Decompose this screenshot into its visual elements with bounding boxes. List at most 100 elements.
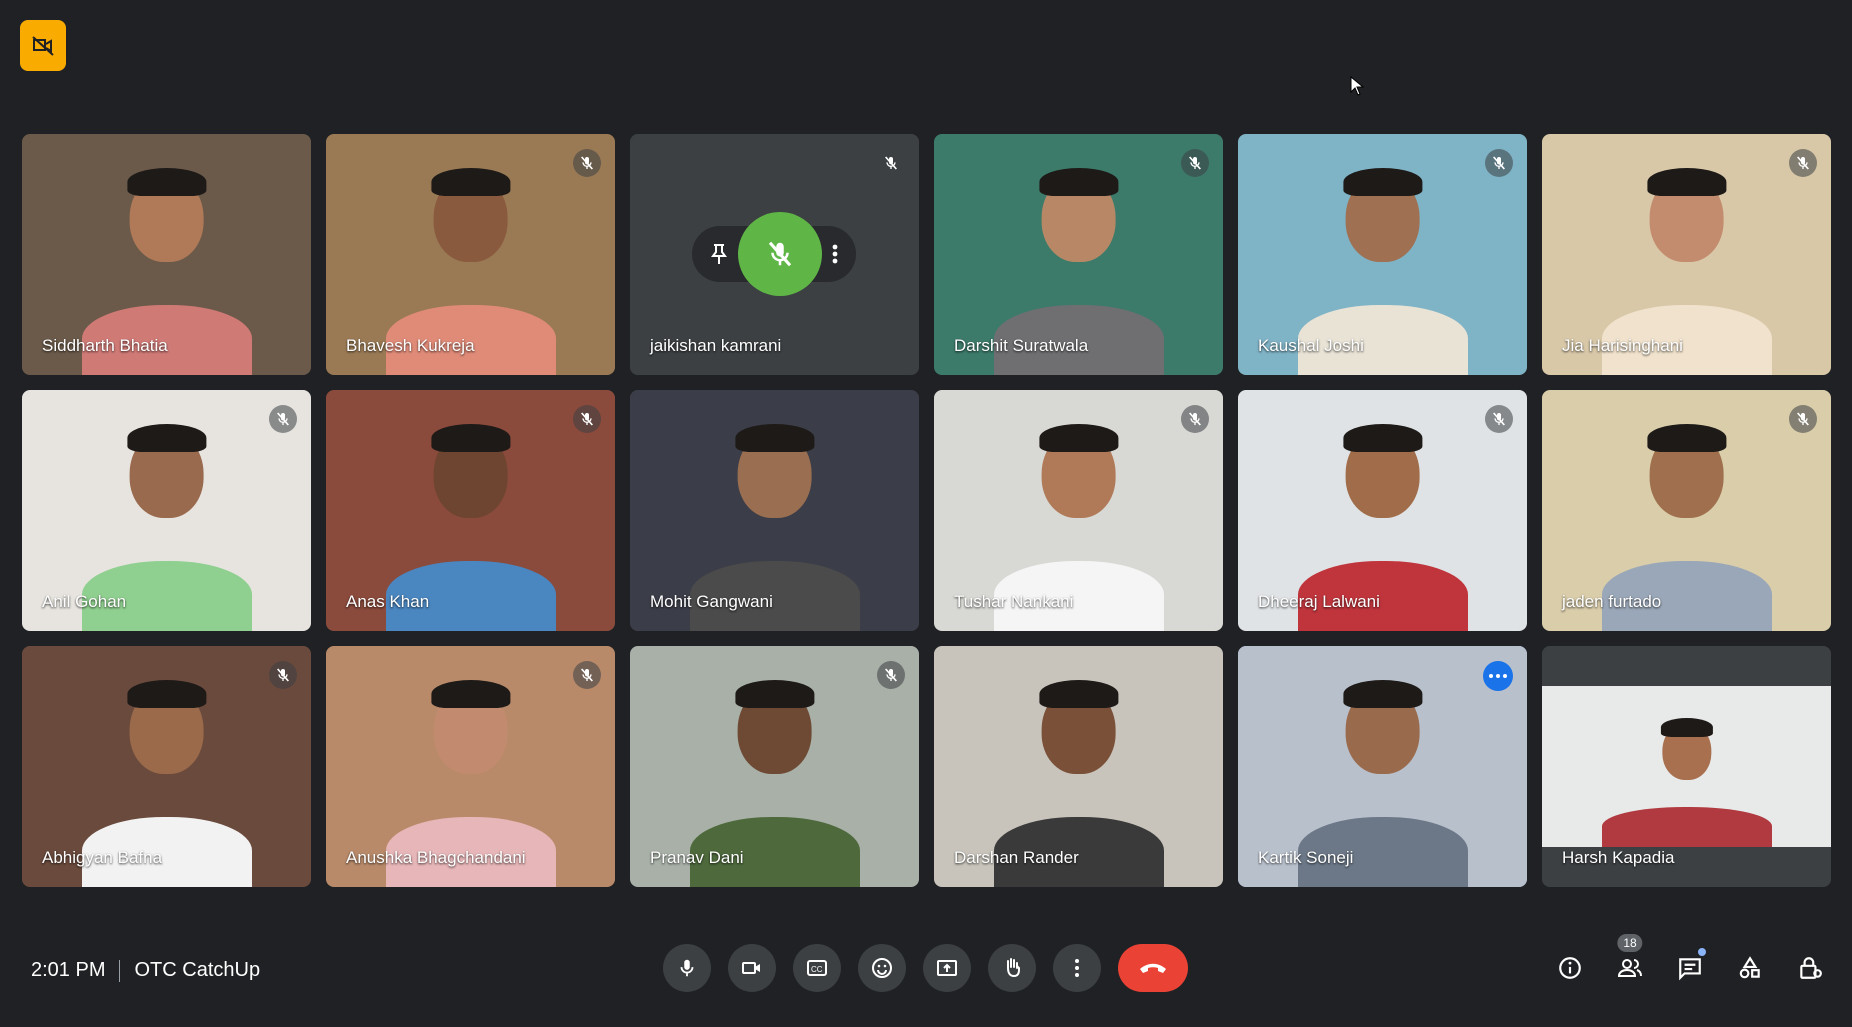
muted-icon (1789, 149, 1817, 177)
participant-hair (734, 424, 815, 453)
raise-hand-icon (1007, 958, 1020, 978)
meeting-title: OTC CatchUp (134, 959, 261, 981)
muted-icon (1485, 405, 1513, 433)
participant-tile[interactable]: Mohit Gangwani (630, 390, 919, 631)
participant-tile[interactable]: Bhavesh Kukreja (326, 134, 615, 375)
participant-name: Mohit Gangwani (650, 592, 773, 611)
participant-name: Tushar Nankani (954, 592, 1074, 611)
participant-name: Bhavesh Kukreja (346, 336, 475, 355)
mouse-cursor-icon (1350, 76, 1364, 96)
emoji-icon (872, 958, 892, 978)
muted-icon (573, 149, 601, 177)
participant-name: Anushka Bhagchandani (346, 848, 526, 867)
participant-tile[interactable]: Abhigyan Bafna (22, 646, 311, 887)
call-controls: CC (663, 944, 1188, 992)
muted-icon (269, 661, 297, 689)
participant-hair (1342, 680, 1423, 709)
leave-call-button[interactable] (1118, 944, 1188, 992)
participant-hair (1646, 168, 1727, 197)
recording-badge[interactable] (20, 20, 66, 71)
participant-name: Anas Khan (346, 592, 430, 611)
participant-hair (1342, 168, 1423, 197)
notification-dot (1698, 948, 1706, 956)
participant-tile[interactable]: Kaushal Joshi (1238, 134, 1527, 375)
camera-button[interactable] (728, 944, 776, 992)
participant-hair (430, 680, 511, 709)
meeting-time: 2:01 PM (31, 959, 106, 981)
participant-name: Kartik Soneji (1258, 848, 1354, 867)
participant-hair (126, 680, 207, 709)
more-options-icon[interactable] (832, 243, 838, 265)
side-panel-buttons: 18 (1546, 934, 1834, 992)
chat-icon (1679, 958, 1701, 981)
participant-tile[interactable]: Siddharth Bhatia (22, 134, 311, 375)
participant-name: Darshit Suratwala (954, 336, 1089, 355)
participant-tile[interactable]: jaikishan kamrani (630, 134, 919, 375)
emoji-button[interactable] (858, 944, 906, 992)
participant-tile[interactable]: Kartik Soneji (1238, 646, 1527, 887)
participant-hair (126, 424, 207, 453)
people-button[interactable]: 18 (1606, 934, 1654, 992)
muted-icon (877, 149, 905, 177)
participant-tile[interactable]: Jia Harisinghani (1542, 134, 1831, 375)
participant-tile[interactable]: Tushar Nankani (934, 390, 1223, 631)
participant-hair (430, 168, 511, 197)
chat-button[interactable] (1666, 944, 1714, 992)
muted-icon (1181, 149, 1209, 177)
participant-name: jaden furtado (1562, 592, 1662, 611)
muted-icon (1485, 149, 1513, 177)
mute-participant-button[interactable] (738, 212, 822, 296)
meeting-info: 2:01 PM OTC CatchUp (31, 959, 260, 982)
participant-hair (430, 424, 511, 453)
participant-hair (1038, 424, 1119, 453)
muted-icon (877, 661, 905, 689)
participant-tile[interactable]: Anil Gohan (22, 390, 311, 631)
more-options-button[interactable] (1053, 944, 1101, 992)
participant-body (1601, 807, 1772, 847)
muted-icon (1181, 405, 1209, 433)
participant-grid: Siddharth Bhatia Bhavesh Kukreja jaikishan… (22, 134, 1834, 887)
more-options-icon (1075, 959, 1079, 977)
host-controls-icon (1800, 957, 1822, 979)
info-icon (1559, 957, 1581, 979)
participant-tile[interactable]: Darshan Rander (934, 646, 1223, 887)
participant-tile[interactable]: Anas Khan (326, 390, 615, 631)
camera-icon (742, 962, 760, 974)
microphone-icon (680, 959, 694, 977)
participant-tile[interactable]: Dheeraj Lalwani (1238, 390, 1527, 631)
present-icon (937, 960, 957, 976)
participant-tile[interactable]: Harsh Kapadia (1542, 646, 1831, 887)
participant-name: Dheeraj Lalwani (1258, 592, 1380, 611)
activities-button[interactable] (1726, 944, 1774, 992)
participant-hair (1038, 680, 1119, 709)
bottom-bar: 2:01 PM OTC CatchUp CC 18 (0, 927, 1852, 1027)
present-button[interactable] (923, 944, 971, 992)
participant-name: Kaushal Joshi (1258, 336, 1364, 355)
people-icon (1617, 959, 1642, 977)
participant-tile[interactable]: Pranav Dani (630, 646, 919, 887)
tile-hover-controls (692, 212, 856, 296)
participant-name: jaikishan kamrani (650, 336, 782, 355)
participant-tile[interactable]: Anushka Bhagchandani (326, 646, 615, 887)
activities-icon (1739, 956, 1760, 979)
pin-icon[interactable] (710, 243, 728, 265)
participant-name: Darshan Rander (954, 848, 1079, 867)
participant-name: Pranav Dani (650, 848, 744, 867)
participant-tile[interactable]: jaden furtado (1542, 390, 1831, 631)
muted-icon (573, 405, 601, 433)
captions-button[interactable]: CC (793, 944, 841, 992)
participant-count-badge: 18 (1617, 934, 1643, 952)
participant-name: Jia Harisinghani (1562, 336, 1683, 355)
meeting-details-button[interactable] (1546, 944, 1594, 992)
microphone-button[interactable] (663, 944, 711, 992)
host-controls-button[interactable] (1786, 944, 1834, 992)
muted-icon (1789, 405, 1817, 433)
speaking-indicator-icon (1483, 661, 1513, 691)
participant-hair (734, 680, 815, 709)
participant-tile[interactable]: Darshit Suratwala (934, 134, 1223, 375)
participant-name: Harsh Kapadia (1562, 848, 1675, 867)
raise-hand-button[interactable] (988, 944, 1036, 992)
muted-icon (573, 661, 601, 689)
participant-name: Anil Gohan (42, 592, 127, 611)
captions-icon: CC (807, 960, 827, 976)
